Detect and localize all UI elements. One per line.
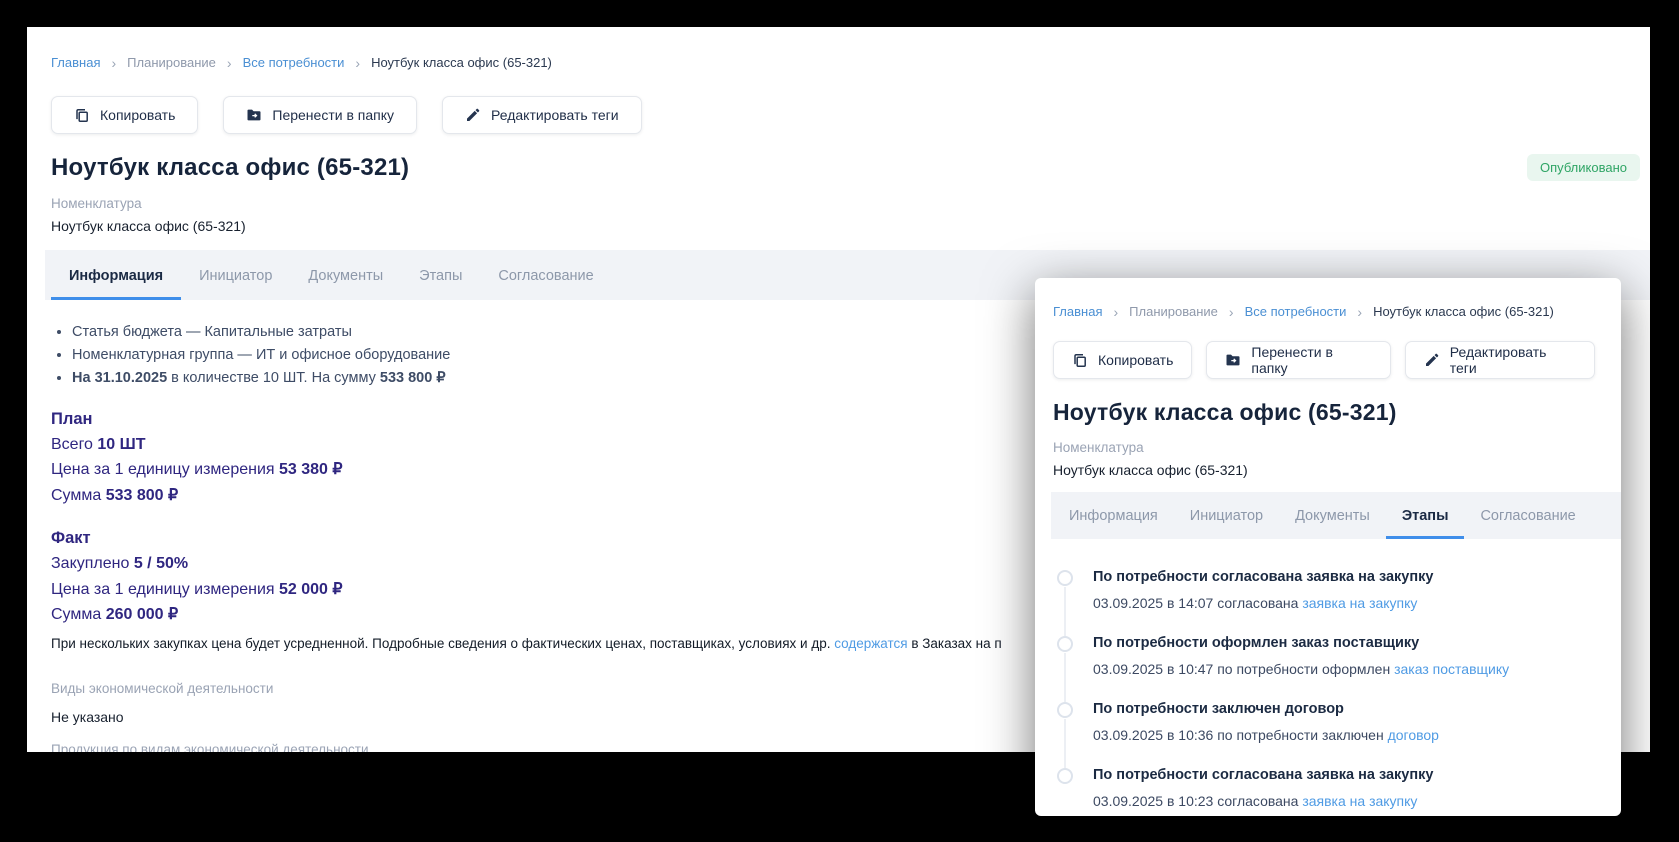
bullet-sum: 533 800 ₽ [379,370,446,386]
stages-timeline: По потребности согласована заявка на зак… [1053,569,1595,816]
tab-approval[interactable]: Согласование [1464,492,1591,539]
overlay-breadcrumb: Главная › Планирование › Все потребности… [1053,304,1595,319]
move-to-folder-button-label: Перенести в папку [1251,344,1333,376]
tab-information[interactable]: Информация [1053,492,1174,539]
pencil-icon [1425,353,1439,366]
chevron-right-icon: › [1113,303,1119,320]
timeline-item: По потребности заключен договор 03.09.20… [1057,701,1595,769]
chevron-right-icon: › [355,54,361,71]
overlay-title: Ноутбук класса офис (65-321) [1053,399,1397,425]
nomenclature-value: Ноутбук класса офис (65-321) [1053,462,1248,478]
breadcrumb-link-home[interactable]: Главная [1053,304,1102,319]
purchase-request-link[interactable]: заявка на закупку [1302,793,1417,809]
breadcrumb-link-home[interactable]: Главная [51,55,100,70]
copy-button-label: Копировать [100,107,176,123]
copy-button[interactable]: Копировать [51,96,199,134]
tab-documents[interactable]: Документы [1279,492,1386,539]
plan-sum-label: Сумма [51,486,106,504]
nomenclature-value: Ноутбук класса офис (65-321) [51,218,246,234]
timeline-item-text: 03.09.2025 в 10:36 по потребности заключ… [1093,727,1388,743]
purchase-request-link[interactable]: заявка на закупку [1302,595,1417,611]
fact-unit-price-label: Цена за 1 единицу измерения [51,580,279,598]
folder-move-icon [247,109,261,121]
edit-tags-button-label: Редактировать теги [491,107,619,123]
bullet-mid-text: в количестве 10 ШТ. На сумму [167,370,380,386]
note-text: При нескольких закупках цена будет усред… [51,636,835,652]
status-badge: Опубликовано [1527,154,1640,181]
timeline-item: По потребности оформлен заказ поставщику… [1057,635,1595,703]
edit-tags-button-label: Редактировать теги [1449,344,1547,376]
copy-button-label: Копировать [1098,352,1174,368]
breadcrumb-item-planning: Планирование [127,55,216,70]
copy-icon [76,109,88,122]
chevron-right-icon: › [111,54,117,71]
tab-documents[interactable]: Документы [290,250,401,300]
contract-link[interactable]: договор [1388,727,1439,743]
timeline-item-description: 03.09.2025 в 10:36 по потребности заключ… [1093,727,1595,743]
plan-unit-price-label: Цена за 1 единицу измерения [51,461,279,479]
tab-stages[interactable]: Этапы [1385,492,1465,539]
tab-initiator[interactable]: Инициатор [1174,492,1279,539]
move-to-folder-button-label: Перенести в папку [272,107,395,123]
timeline-item-title: По потребности заключен договор [1093,701,1344,717]
tab-stages[interactable]: Этапы [401,250,480,300]
timeline-item: По потребности согласована заявка на зак… [1057,569,1595,637]
plan-unit-price-value: 53 380 ₽ [279,461,343,479]
supplier-order-link[interactable]: заказ поставщику [1394,661,1509,677]
bullet-date: На 31.10.2025 [72,370,168,386]
tab-initiator[interactable]: Инициатор [181,250,290,300]
breadcrumb-current: Ноутбук класса офис (65-321) [371,55,552,70]
edit-tags-button[interactable]: Редактировать теги [1404,341,1595,379]
breadcrumb: Главная › Планирование › Все потребности… [51,55,1626,70]
fact-purchased-label: Закуплено [51,555,134,573]
tab-approval[interactable]: Согласование [480,250,611,300]
timeline-item-text: 03.09.2025 в 14:07 согласована [1093,595,1303,611]
toolbar: Копировать Перенести в папку Редактирова… [51,96,1626,134]
plan-total-label: Всего [51,436,98,453]
page-title: Ноутбук класса офис (65-321) [51,154,410,181]
timeline-item-description: 03.09.2025 в 14:07 согласована заявка на… [1093,595,1595,611]
detail-overlay-card: Главная › Планирование › Все потребности… [1035,278,1621,816]
timeline-item-text: 03.09.2025 в 10:47 по потребности оформл… [1093,661,1395,677]
fact-unit-price-value: 52 000 ₽ [279,580,343,598]
timeline-item: По потребности согласована заявка на зак… [1057,767,1595,816]
breadcrumb-current: Ноутбук класса офис (65-321) [1373,304,1554,319]
timeline-item-title: По потребности оформлен заказ поставщику [1093,635,1420,651]
note-orders-link[interactable]: содержатся [834,636,907,651]
timeline-item-description: 03.09.2025 в 10:23 согласована заявка на… [1093,793,1595,809]
timeline-item-description: 03.09.2025 в 10:47 по потребности оформл… [1093,661,1595,677]
timeline-item-title: По потребности согласована заявка на зак… [1093,767,1434,783]
folder-move-icon [1226,354,1240,366]
copy-icon [1074,354,1086,367]
fact-sum-value: 260 000 ₽ [105,605,179,623]
chevron-right-icon: › [1228,303,1234,320]
note-text-tail: в Заказах на п [907,636,1002,652]
move-to-folder-button[interactable]: Перенести в папку [223,96,418,134]
edit-tags-button[interactable]: Редактировать теги [442,96,642,134]
fact-sum-label: Сумма [51,605,106,623]
nomenclature-label: Номенклатура [51,196,142,211]
copy-button[interactable]: Копировать [1053,341,1193,379]
breadcrumb-link-all-needs[interactable]: Все потребности [243,55,345,70]
overlay-toolbar: Копировать Перенести в папку Редактирова… [1053,341,1595,379]
overlay-tabbar: Информация Инициатор Документы Этапы Сог… [1051,492,1621,539]
desktop-background: { "breadcrumb": { "separator": "›", "ite… [0,0,1679,842]
chevron-right-icon: › [1357,303,1363,320]
fact-purchased-value: 5 / 50% [133,555,189,573]
tab-information[interactable]: Информация [51,250,182,300]
breadcrumb-link-all-needs[interactable]: Все потребности [1245,304,1347,319]
chevron-right-icon: › [226,54,232,71]
plan-sum-value: 533 800 ₽ [105,486,179,504]
pencil-icon [467,108,480,121]
breadcrumb-item-planning: Планирование [1129,304,1218,319]
nomenclature-label: Номенклатура [1053,440,1144,455]
timeline-item-text: 03.09.2025 в 10:23 согласована [1093,793,1303,809]
timeline-item-title: По потребности согласована заявка на зак… [1093,569,1434,585]
move-to-folder-button[interactable]: Перенести в папку [1206,341,1391,379]
plan-total-value: 10 ШТ [97,436,146,453]
